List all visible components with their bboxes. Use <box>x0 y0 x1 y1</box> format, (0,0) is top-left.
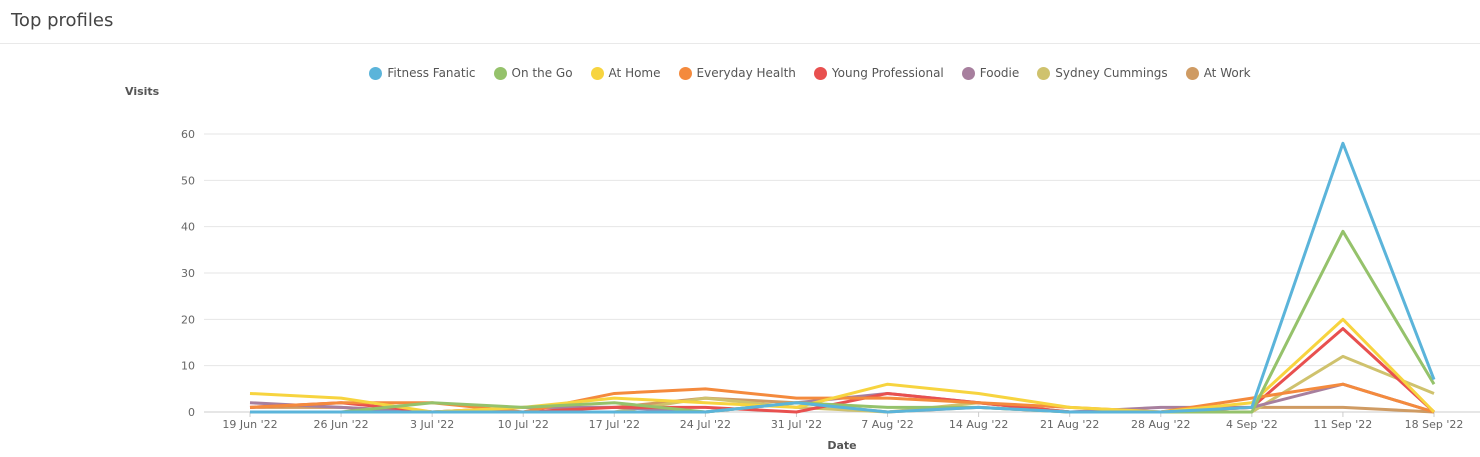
x-axis-label: Date <box>827 439 856 452</box>
x-tick-label: 21 Aug '22 <box>1040 418 1100 431</box>
y-axis-label: Visits <box>125 85 160 98</box>
y-tick-label: 60 <box>181 128 195 141</box>
line-chart: Visits Date 0 10 20 30 40 50 60 19 Jun '22 26 J… <box>125 85 1480 452</box>
x-tick-label: 11 Sep '22 <box>1314 418 1373 431</box>
x-axis-ticks: 19 Jun '22 26 Jun '22 3 Jul '22 10 Jul '22 1… <box>222 412 1463 431</box>
y-tick-label: 20 <box>181 313 195 326</box>
y-tick-label: 0 <box>188 406 195 419</box>
x-tick-label: 4 Sep '22 <box>1226 418 1278 431</box>
x-tick-label: 17 Jul '22 <box>589 418 640 431</box>
series-line-on-the-go[interactable] <box>250 229 1436 414</box>
x-tick-label: 24 Jul '22 <box>680 418 731 431</box>
x-tick-label: 19 Jun '22 <box>222 418 277 431</box>
y-tick-label: 30 <box>181 267 195 280</box>
y-tick-label: 40 <box>181 221 195 234</box>
y-tick-label: 50 <box>181 174 195 187</box>
y-tick-label: 10 <box>181 360 195 373</box>
x-tick-label: 14 Aug '22 <box>949 418 1009 431</box>
x-tick-label: 31 Jul '22 <box>771 418 822 431</box>
y-axis-ticks: 0 10 20 30 40 50 60 <box>181 128 195 419</box>
x-tick-label: 18 Sep '22 <box>1405 418 1464 431</box>
x-tick-label: 3 Jul '22 <box>410 418 454 431</box>
x-tick-label: 7 Aug '22 <box>861 418 914 431</box>
x-tick-label: 26 Jun '22 <box>313 418 368 431</box>
x-tick-label: 10 Jul '22 <box>498 418 549 431</box>
series-lines <box>249 141 1436 414</box>
x-tick-label: 28 Aug '22 <box>1131 418 1191 431</box>
series-line-fitness-fanatic[interactable] <box>250 141 1436 414</box>
